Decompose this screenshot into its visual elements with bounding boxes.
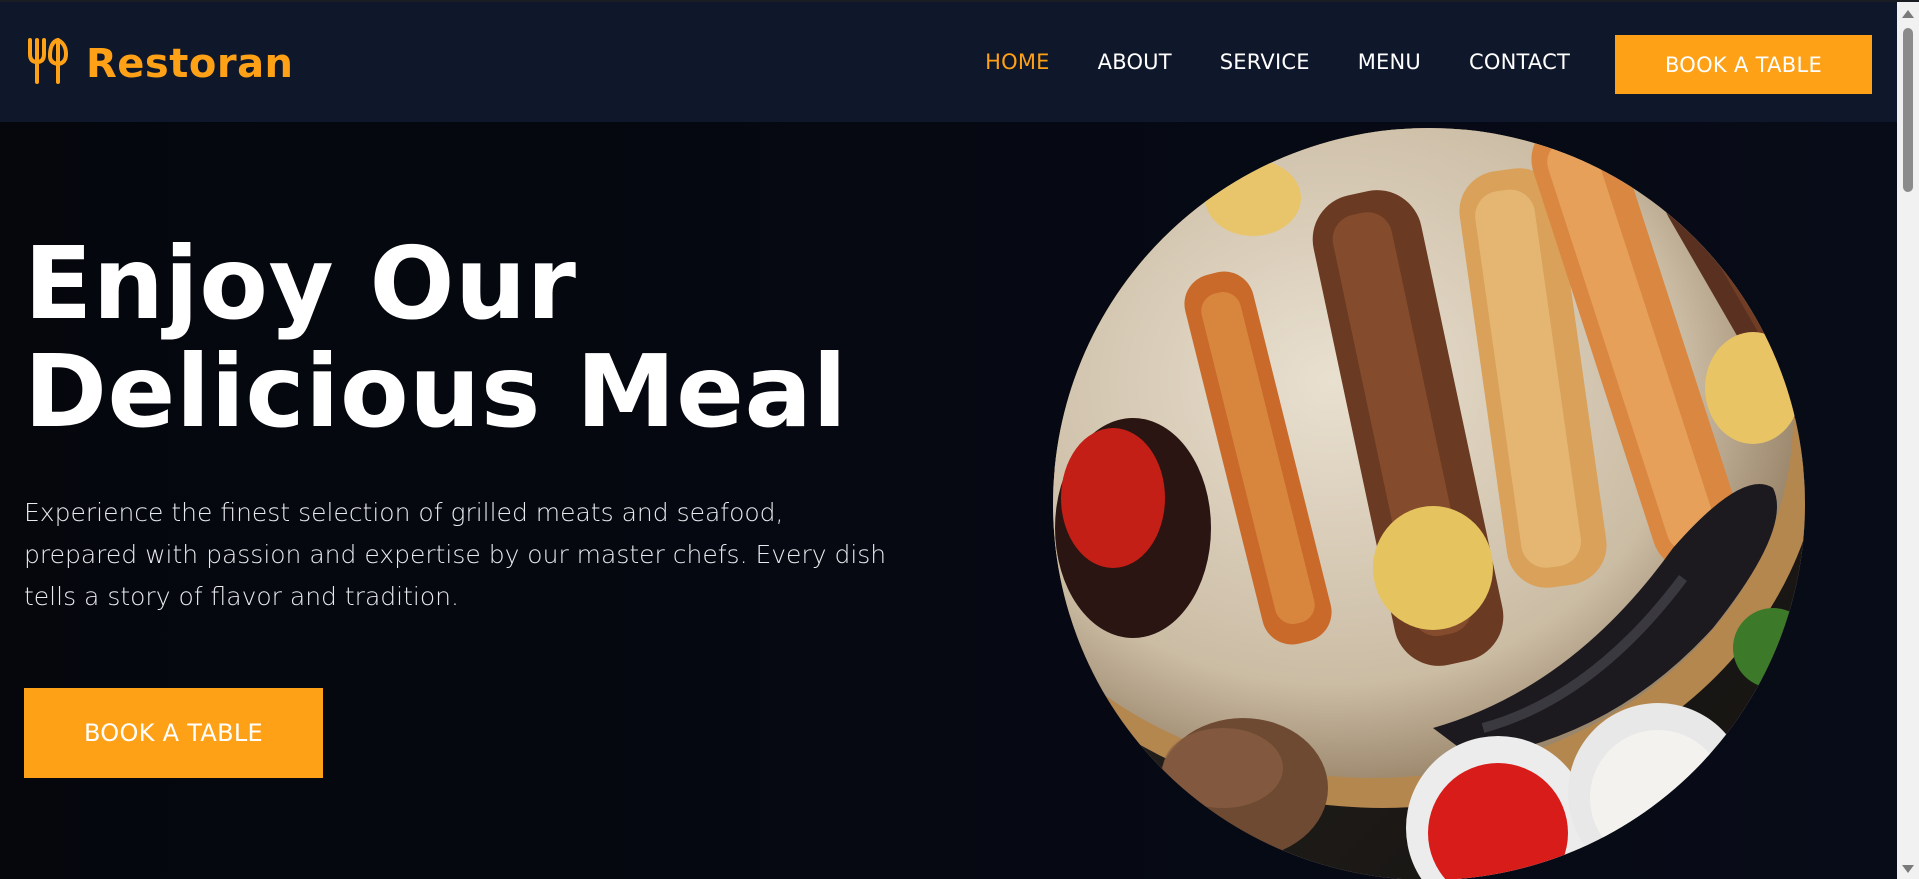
- hero-book-table-button[interactable]: BOOK A TABLE: [24, 688, 323, 778]
- nav-book-table-button[interactable]: BOOK A TABLE: [1615, 35, 1872, 94]
- nav-item-about[interactable]: ABOUT: [1098, 50, 1172, 74]
- scroll-down-arrow-icon[interactable]: [1902, 865, 1914, 873]
- hero-title: Enjoy Our Delicious Meal: [24, 230, 847, 446]
- page: Restoran HOME ABOUT SERVICE MENU CONTACT…: [0, 0, 1919, 879]
- hero-title-line-2: Delicious Meal: [24, 333, 848, 450]
- nav-item-service[interactable]: SERVICE: [1220, 50, 1310, 74]
- nav-item-contact[interactable]: CONTACT: [1469, 50, 1570, 74]
- hero-title-line-1: Enjoy Our: [24, 225, 577, 342]
- brand-logo-link[interactable]: Restoran: [26, 36, 294, 91]
- scrollbar-thumb[interactable]: [1903, 28, 1913, 192]
- nav-item-home[interactable]: HOME: [985, 50, 1050, 74]
- navbar: Restoran HOME ABOUT SERVICE MENU CONTACT…: [0, 2, 1897, 122]
- utensils-icon: [26, 36, 86, 91]
- scroll-up-arrow-icon[interactable]: [1902, 10, 1914, 18]
- hero-description: Experience the finest selection of grill…: [24, 498, 887, 611]
- page-scrollbar[interactable]: [1897, 2, 1919, 879]
- nav-item-menu[interactable]: MENU: [1358, 50, 1421, 74]
- brand-name: Restoran: [86, 40, 294, 87]
- nav-menu: HOME ABOUT SERVICE MENU CONTACT: [937, 2, 1570, 122]
- grilled-food-platter-image: [1053, 128, 1805, 879]
